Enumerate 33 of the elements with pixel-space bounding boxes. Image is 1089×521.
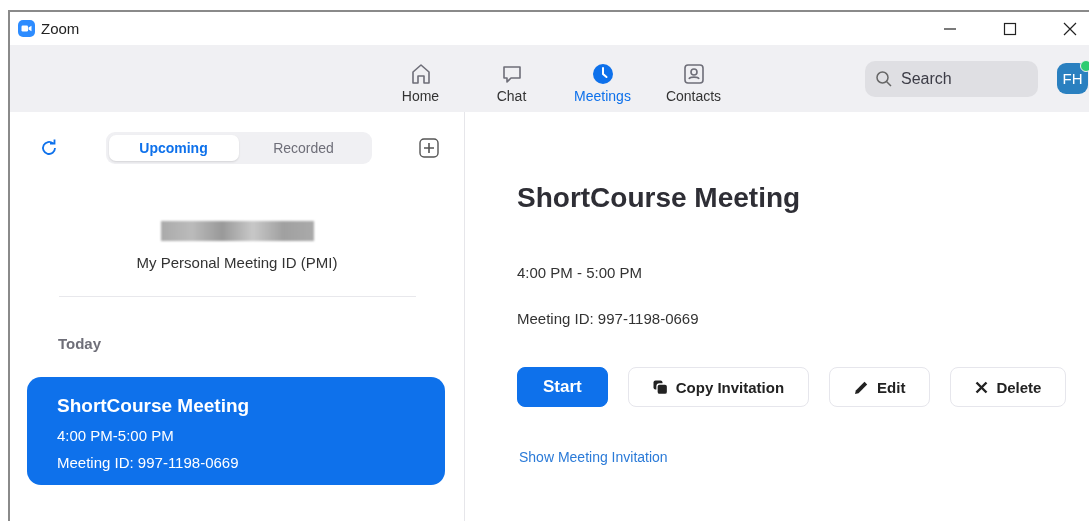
delete-button[interactable]: Delete (950, 367, 1067, 407)
meeting-id: Meeting ID: 997-1198-0669 (517, 310, 699, 327)
copy-button[interactable]: Copy Invitation (627, 367, 810, 407)
add-icon[interactable] (419, 138, 439, 158)
refresh-icon[interactable] (40, 139, 58, 157)
close-icon[interactable] (1063, 21, 1077, 36)
x-icon (975, 380, 989, 394)
pencil-icon (854, 379, 870, 395)
copy-icon (652, 379, 668, 395)
meeting-list-item[interactable]: ShortCourse Meeting 4:00 PM-5:00 PM Meeting ID: 997-1198-0669 (27, 377, 445, 485)
avatar[interactable]: FH (1057, 63, 1088, 94)
contact-card-icon (681, 61, 706, 86)
search-field[interactable]: Search (865, 60, 1038, 97)
pmi-label[interactable]: My Personal Meeting ID (PMI) (136, 254, 338, 271)
meeting-time: 4:00 PM - 5:00 PM (517, 264, 643, 281)
nav-tab[interactable]: Contacts (648, 61, 739, 104)
meeting-time: 4:00 PM-5:00 PM (57, 427, 175, 444)
tab[interactable]: Upcoming (108, 135, 239, 161)
section-heading: Today (58, 335, 102, 352)
clock-icon (590, 61, 615, 86)
meeting-id: Meeting ID: 997-1198-0669 (57, 454, 240, 471)
nav-tab[interactable]: Meetings (557, 61, 648, 104)
nav-tab[interactable]: Chat (466, 61, 557, 104)
tab[interactable]: Recorded (238, 135, 369, 161)
meeting-title: ShortCourse Meeting (517, 182, 801, 214)
edit-button[interactable]: Edit (829, 367, 931, 407)
meeting-title: ShortCourse Meeting (57, 395, 251, 417)
maximize-icon[interactable] (1003, 21, 1017, 36)
show-invitation-link[interactable]: Show Meeting Invitation (519, 449, 668, 465)
window-title: Zoom (41, 20, 80, 37)
start-button[interactable]: Start (517, 367, 608, 407)
video-camera-logo-icon (18, 20, 35, 37)
nav-tab[interactable]: Home (375, 61, 466, 104)
